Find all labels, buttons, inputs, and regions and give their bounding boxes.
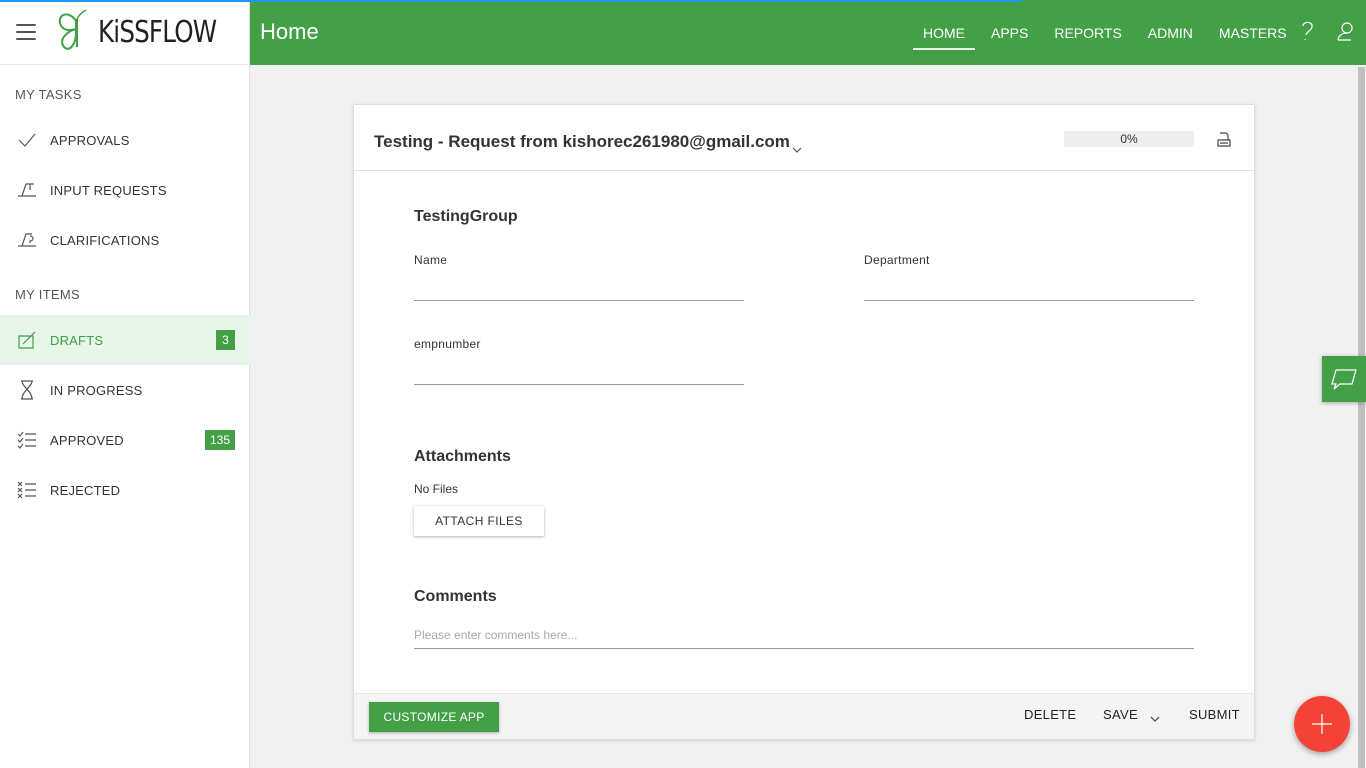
checkmark-icon [15, 128, 39, 152]
nav-apps[interactable]: APPS [981, 17, 1038, 49]
sidebar-item-label: INPUT REQUESTS [50, 182, 167, 198]
sidebar-item-clarifications[interactable]: CLARIFICATIONS [0, 215, 250, 265]
name-field[interactable] [414, 275, 744, 301]
no-files-text: No Files [414, 482, 459, 496]
top-header: Home HOME APPS REPORTS ADMIN MASTERS [250, 0, 1366, 65]
sidebar-item-label: APPROVALS [50, 132, 130, 148]
approved-count-badge: 135 [204, 430, 235, 450]
attach-files-button[interactable]: ATTACH FILES [414, 506, 544, 536]
add-fab-button[interactable] [1294, 696, 1350, 752]
page-loading-bar [0, 0, 1022, 2]
request-title: Testing - Request from kishorec261980@gm… [374, 132, 790, 151]
chat-icon [1331, 369, 1357, 390]
save-button[interactable]: SAVE [1103, 707, 1138, 722]
sidebar-item-rejected[interactable]: REJECTED [0, 465, 250, 515]
sidebar: KiSSFLOW MY TASKS APPROVALS INPUT REQUES… [0, 0, 250, 768]
rejected-list-icon [15, 478, 39, 502]
plus-icon [1312, 714, 1332, 734]
card-footer: CUSTOMIZE APP DELETE SAVE SUBMIT [354, 693, 1254, 739]
sidebar-item-drafts[interactable]: DRAFTS 3 [0, 315, 250, 365]
approved-list-icon [15, 428, 39, 452]
my-tasks-heading: MY TASKS [15, 87, 82, 102]
empnumber-field[interactable] [414, 359, 744, 385]
comments-title: Comments [414, 588, 497, 605]
card-header: Testing - Request from kishorec261980@gm… [354, 105, 1254, 171]
request-form-card: Testing - Request from kishorec261980@gm… [353, 104, 1255, 740]
input-request-icon [15, 178, 39, 202]
empnumber-label: empnumber [414, 337, 481, 351]
sidebar-item-label: APPROVED [50, 432, 124, 448]
menu-icon[interactable] [16, 24, 36, 40]
progress-indicator: 0% [1064, 131, 1194, 147]
sidebar-item-approvals[interactable]: APPROVALS [0, 115, 250, 165]
nav-masters[interactable]: MASTERS [1209, 17, 1297, 49]
name-label: Name [414, 253, 448, 267]
comments-input[interactable] [414, 621, 1194, 649]
feedback-tab[interactable] [1322, 356, 1366, 402]
customize-app-button[interactable]: CUSTOMIZE APP [369, 702, 499, 732]
department-field[interactable] [864, 275, 1194, 301]
attachments-title: Attachments [414, 448, 511, 465]
page-title: Home [260, 19, 319, 44]
kissflow-logo[interactable]: KiSSFLOW [56, 9, 242, 55]
group-title: TestingGroup [414, 208, 518, 225]
scrollbar-thumb[interactable] [1358, 67, 1365, 768]
drafts-count-badge: 3 [216, 330, 235, 350]
sidebar-item-label: REJECTED [50, 482, 121, 498]
sidebar-item-label: DRAFTS [50, 332, 104, 348]
nav-admin[interactable]: ADMIN [1138, 17, 1203, 49]
submit-button[interactable]: SUBMIT [1189, 707, 1240, 722]
user-profile-icon[interactable] [1335, 20, 1357, 42]
brand-bar: KiSSFLOW [0, 0, 249, 65]
delete-button[interactable]: DELETE [1024, 707, 1076, 722]
sidebar-item-input-requests[interactable]: INPUT REQUESTS [0, 165, 250, 215]
chevron-down-icon[interactable] [791, 142, 803, 153]
butterfly-logo-icon [58, 9, 87, 50]
logo-text: KiSSFLOW [98, 14, 217, 50]
hourglass-icon [15, 378, 39, 402]
my-items-heading: MY ITEMS [15, 287, 81, 302]
sidebar-item-label: IN PROGRESS [50, 382, 143, 398]
top-navigation: HOME APPS REPORTS ADMIN MASTERS [913, 0, 1303, 65]
drafts-icon [15, 328, 39, 352]
sidebar-item-label: CLARIFICATIONS [50, 232, 160, 248]
nav-home[interactable]: HOME [913, 17, 975, 50]
chevron-down-icon[interactable] [1150, 710, 1160, 722]
help-icon[interactable] [1296, 20, 1318, 42]
department-label: Department [864, 253, 930, 267]
nav-reports[interactable]: REPORTS [1044, 17, 1131, 49]
sidebar-item-in-progress[interactable]: IN PROGRESS [0, 365, 250, 415]
print-icon[interactable] [1216, 131, 1232, 149]
clarification-icon [15, 228, 39, 252]
sidebar-item-approved[interactable]: APPROVED 135 [0, 415, 250, 465]
